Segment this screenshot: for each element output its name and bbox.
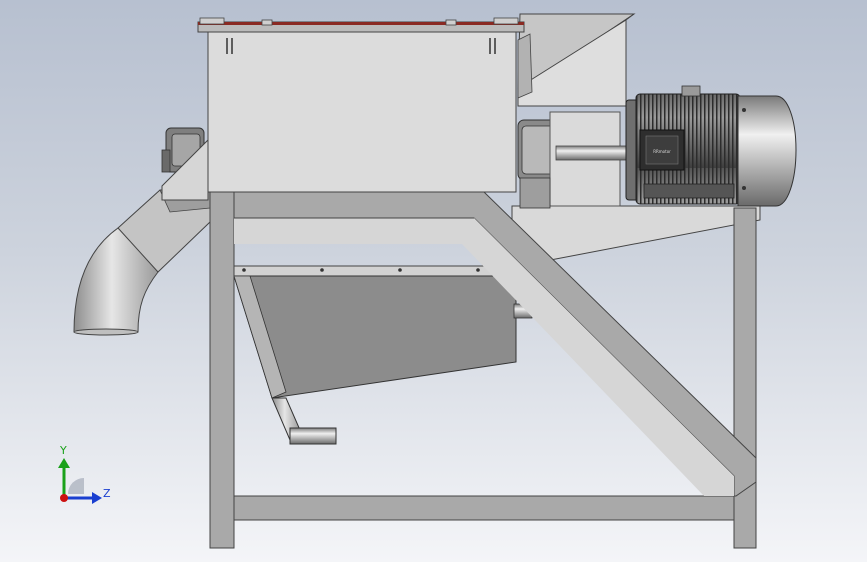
- electric-motor: RRmotor: [625, 85, 797, 207]
- motor-nameplate: RRmotor: [653, 149, 671, 154]
- feed-hopper: [517, 13, 636, 107]
- machine-drawing: RRmotor Y Z: [58, 13, 797, 549]
- y-axis-label: Y: [59, 444, 67, 457]
- coupling-assembly: [517, 111, 627, 209]
- coordinate-triad: Y Z: [58, 444, 111, 504]
- outlet-elbow-pipe: [73, 189, 211, 336]
- drain-pipe: [271, 397, 337, 445]
- motor-deck: [511, 205, 761, 263]
- cad-viewport[interactable]: RRmotor Y Z: [0, 0, 867, 562]
- z-axis-label: Z: [103, 487, 111, 500]
- collection-tank: [231, 265, 533, 399]
- triad-origin: [60, 494, 68, 502]
- main-housing: [197, 17, 525, 193]
